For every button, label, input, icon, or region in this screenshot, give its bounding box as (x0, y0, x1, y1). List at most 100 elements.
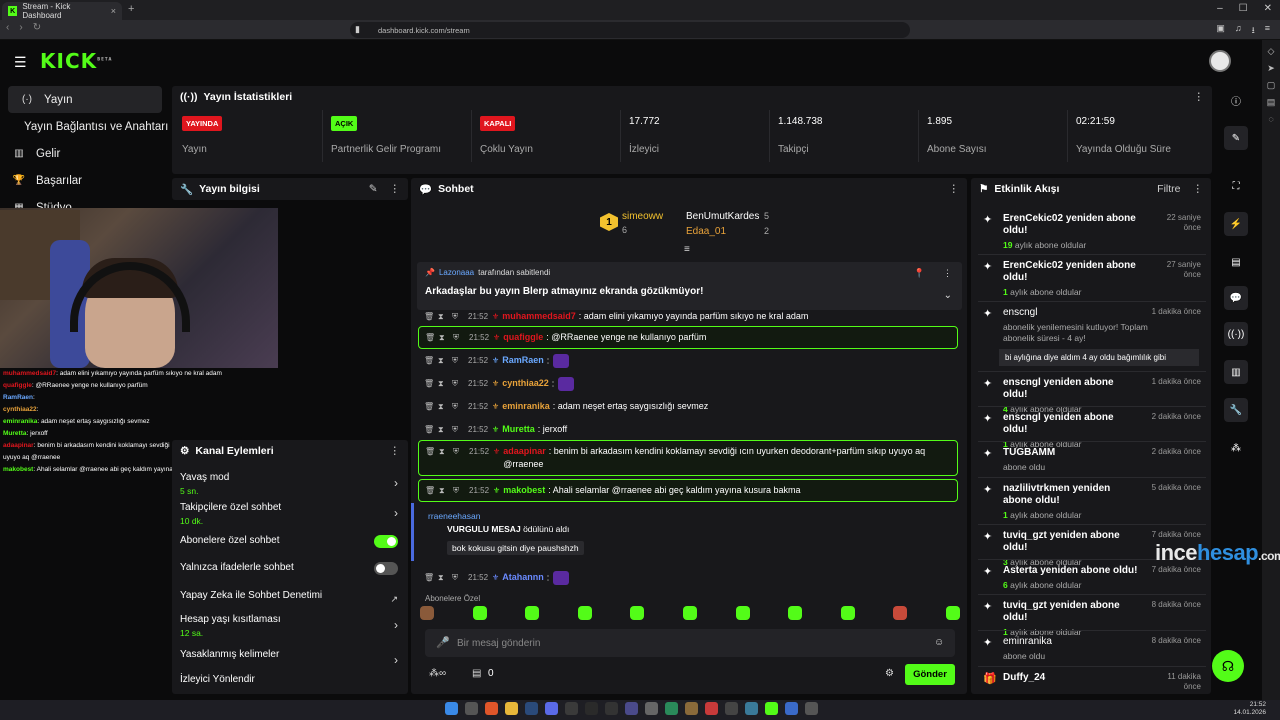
bookmark-icon[interactable]: ▮ (355, 24, 360, 35)
chat-message[interactable]: 🗑 ⧗ ⛨ 21:52 ⚜ RamRaen: (418, 350, 958, 372)
discord-icon[interactable] (545, 702, 558, 715)
more-options-icon[interactable]: ⋮ (1193, 183, 1204, 195)
delete-icon[interactable]: 🗑 (424, 310, 438, 323)
message-username[interactable]: muhammedsaid7 (502, 311, 576, 321)
emote-icon[interactable] (577, 606, 592, 620)
app-icon[interactable] (785, 702, 798, 715)
message-username[interactable]: cynthiaa22 (502, 378, 549, 388)
app-icon[interactable] (605, 702, 618, 715)
timeout-icon[interactable]: ⧗ (439, 331, 453, 344)
activity-item[interactable]: ✦ ErenCekic02 yeniden abone oldu! 19 aylık… (983, 213, 1205, 250)
emote-icon[interactable] (788, 606, 803, 620)
unpin-icon[interactable]: 📍 (914, 268, 925, 279)
chat-message[interactable]: 🗑 ⧗ ⛨ 21:52 ⚜ adaapinar: benim bi arkadasım k… (418, 440, 958, 476)
reload-icon[interactable]: ↻ (33, 22, 41, 33)
folder-icon[interactable] (505, 702, 518, 715)
edit-icon[interactable]: ✎ (369, 183, 378, 195)
wrench-toolbar-icon[interactable]: 🔧 (1224, 398, 1248, 422)
back-icon[interactable]: ‹ (6, 22, 9, 33)
pinned-more-icon[interactable]: ⋮ (943, 268, 952, 279)
timeout-icon[interactable]: ⧗ (438, 310, 452, 323)
chevron-down-icon[interactable]: ⌄ (944, 290, 952, 301)
emote-icon[interactable] (893, 606, 908, 620)
edit-icon[interactable]: ✎ (1224, 126, 1248, 150)
emote-icon[interactable] (630, 606, 645, 620)
delete-icon[interactable]: 🗑 (424, 354, 438, 367)
info-icon[interactable]: ⓘ (1224, 88, 1248, 112)
delete-icon[interactable]: 🗑 (425, 331, 439, 344)
timeout-icon[interactable]: ⧗ (438, 400, 452, 413)
app-icon[interactable] (665, 702, 678, 715)
support-chat-icon[interactable]: ☊ (1212, 650, 1244, 682)
activity-item[interactable]: ✦ eminranika abone oldu 8 dakika önce (983, 636, 1205, 661)
activity-item[interactable]: 🎁 Duffy_24 11 dakika önce (983, 672, 1205, 691)
chat-message[interactable]: 🗑 ⧗ ⛨ 21:52 ⚜ quafiggle: @RRaenee yenge ne ku… (418, 326, 958, 349)
activity-item[interactable]: ✦ enscngl yeniden abone oldu! 4 aylık abon… (983, 377, 1205, 414)
more-options-icon[interactable]: ⋮ (390, 183, 401, 195)
sidebar-shape-icon[interactable]: ◇ (1262, 46, 1280, 57)
stream-manager-icon[interactable]: ▥ (1224, 360, 1248, 384)
filter-icon[interactable]: ≡ (684, 244, 690, 255)
profile-avatar[interactable] (1209, 50, 1231, 72)
toggle-ifadelerle[interactable] (374, 562, 398, 575)
app-icon[interactable] (805, 702, 818, 715)
sidebar-send-icon[interactable]: ➤ (1262, 63, 1280, 74)
notes-icon[interactable]: ▤ (1224, 250, 1248, 274)
activity-item[interactable]: ✦ enscngl yeniden abone oldu! 1 aylık abon… (983, 412, 1205, 449)
screenshot-icon[interactable]: ▣ (1216, 23, 1225, 39)
row-hesap-yasi[interactable]: Hesap yaşı kısıtlaması 12 sa. › (180, 614, 404, 638)
fullscreen-icon[interactable]: ⛶ (1224, 174, 1248, 198)
brave-icon[interactable] (485, 702, 498, 715)
store-icon[interactable]: ▤ (472, 668, 481, 679)
bolt-icon[interactable]: ⚡ (1224, 212, 1248, 236)
pinned-by-user[interactable]: Lazonaaa (439, 268, 474, 277)
chat-settings-icon[interactable]: ⚙ (885, 668, 894, 679)
delete-icon[interactable]: 🗑 (425, 484, 439, 497)
chat-message[interactable]: 🗑 ⧗ ⛨ 21:52 ⚜ eminranika: adam neşet ertaş sa… (418, 396, 958, 417)
microphone-icon[interactable]: 🎤 (436, 636, 450, 649)
delete-icon[interactable]: 🗑 (424, 377, 438, 390)
app-icon[interactable] (725, 702, 738, 715)
app-icon[interactable] (625, 702, 638, 715)
emote-icon[interactable] (840, 606, 855, 620)
timeout-icon[interactable]: ⧗ (439, 484, 453, 497)
ban-icon[interactable]: ⛨ (453, 484, 467, 497)
sidebar-box-icon[interactable]: ▢ (1262, 80, 1280, 91)
row-yavas-mod[interactable]: Yavaş mod 5 sn. › (180, 472, 404, 496)
steam-icon[interactable] (525, 702, 538, 715)
chat-message[interactable]: 🗑 ⧗ ⛨ 21:52 ⚜ makobest: Ahali selamlar @rraen… (418, 479, 958, 502)
start-icon[interactable] (445, 702, 458, 715)
chat-message[interactable]: 🗑 ⧗ ⛨ 21:52 ⚜ muhammedsaid7: adam elini yıkam… (418, 306, 958, 327)
delete-icon[interactable]: 🗑 (425, 445, 439, 458)
app-icon[interactable] (685, 702, 698, 715)
obs-icon[interactable] (565, 702, 578, 715)
search-icon[interactable] (465, 702, 478, 715)
delete-icon[interactable]: 🗑 (424, 423, 438, 436)
activity-item[interactable]: ✦ enscngl abonelik yenilemesini kutluyor! … (983, 307, 1205, 366)
emote-icon[interactable] (472, 606, 487, 620)
chat-message[interactable]: 🗑 ⧗ ⛨ 21:52 ⚜ cynthiaa22: (418, 373, 958, 395)
download-icon[interactable]: ⭳ (1252, 23, 1255, 39)
close-window-icon[interactable]: ✕ (1264, 3, 1272, 14)
activity-item[interactable]: ✦ ErenCekic02 yeniden abone oldu! 1 aylık … (983, 260, 1205, 297)
row-yapay-zeka[interactable]: Yapay Zeka ile Sohbet Denetimi ↗ (180, 590, 404, 604)
message-username[interactable]: Muretta (502, 424, 535, 434)
message-username[interactable]: makobest (503, 485, 545, 495)
ban-icon[interactable]: ⛨ (452, 310, 466, 323)
leader-name-1[interactable]: simeoww (622, 211, 663, 222)
message-username[interactable]: adaapinar (503, 446, 546, 456)
ban-icon[interactable]: ⛨ (453, 445, 467, 458)
ban-icon[interactable]: ⛨ (452, 400, 466, 413)
leader-name-2[interactable]: BenUmutKardes (686, 211, 759, 222)
nav-item-yayin[interactable]: (·) Yayın (8, 86, 162, 113)
timeout-icon[interactable]: ⧗ (438, 423, 452, 436)
row-izleyici-yonlendir[interactable]: İzleyici Yönlendir (180, 674, 404, 685)
browser-tab[interactable]: K Stream - Kick Dashboard × (2, 2, 122, 20)
timeout-icon[interactable]: ⧗ (439, 445, 453, 458)
nav-item-gelir[interactable]: ▥ Gelir (0, 140, 170, 167)
ban-icon[interactable]: ⛨ (453, 331, 467, 344)
app-icon[interactable] (585, 702, 598, 715)
toggle-abonelere[interactable] (374, 535, 398, 548)
chat-message[interactable]: 🗑 ⧗ ⛨ 21:52 ⚜ Muretta: jerxoff (418, 419, 958, 440)
sidebar-note-icon[interactable]: ▤ (1262, 97, 1280, 108)
